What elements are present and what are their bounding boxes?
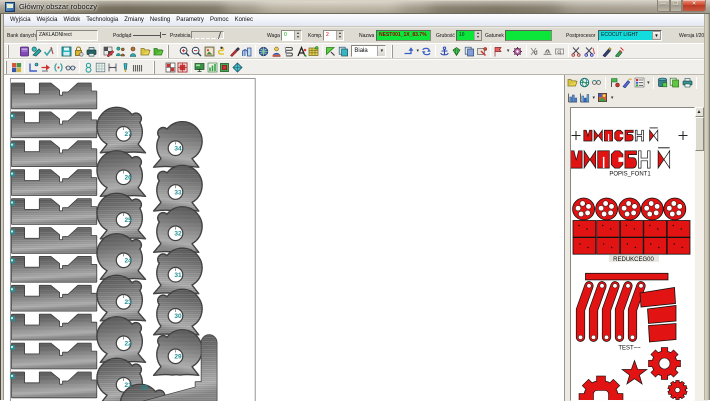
svg-text:d: d (534, 49, 538, 56)
svg-text:31: 31 (174, 272, 182, 279)
svg-text:cj: cj (557, 49, 561, 55)
svg-text:28: 28 (140, 385, 148, 392)
svg-text:POPIS_FONT1: POPIS_FONT1 (609, 172, 651, 178)
svg-text:34: 34 (174, 146, 182, 153)
svg-text:21: 21 (124, 382, 132, 389)
svg-text:29: 29 (174, 354, 182, 361)
svg-text:g: g (546, 48, 549, 54)
svg-text:TEST~~: TEST~~ (618, 346, 641, 352)
svg-text:REDUKCEG00: REDUKCEG00 (613, 257, 654, 263)
svg-text:24: 24 (124, 258, 132, 265)
svg-text:32: 32 (174, 231, 182, 238)
svg-text:33: 33 (174, 189, 182, 196)
svg-text:23: 23 (124, 299, 132, 306)
svg-text:27: 27 (124, 131, 132, 138)
svg-text:26: 26 (124, 175, 132, 182)
svg-text:25: 25 (124, 217, 132, 224)
svg-text:30: 30 (174, 313, 182, 320)
svg-text:22: 22 (124, 341, 132, 348)
